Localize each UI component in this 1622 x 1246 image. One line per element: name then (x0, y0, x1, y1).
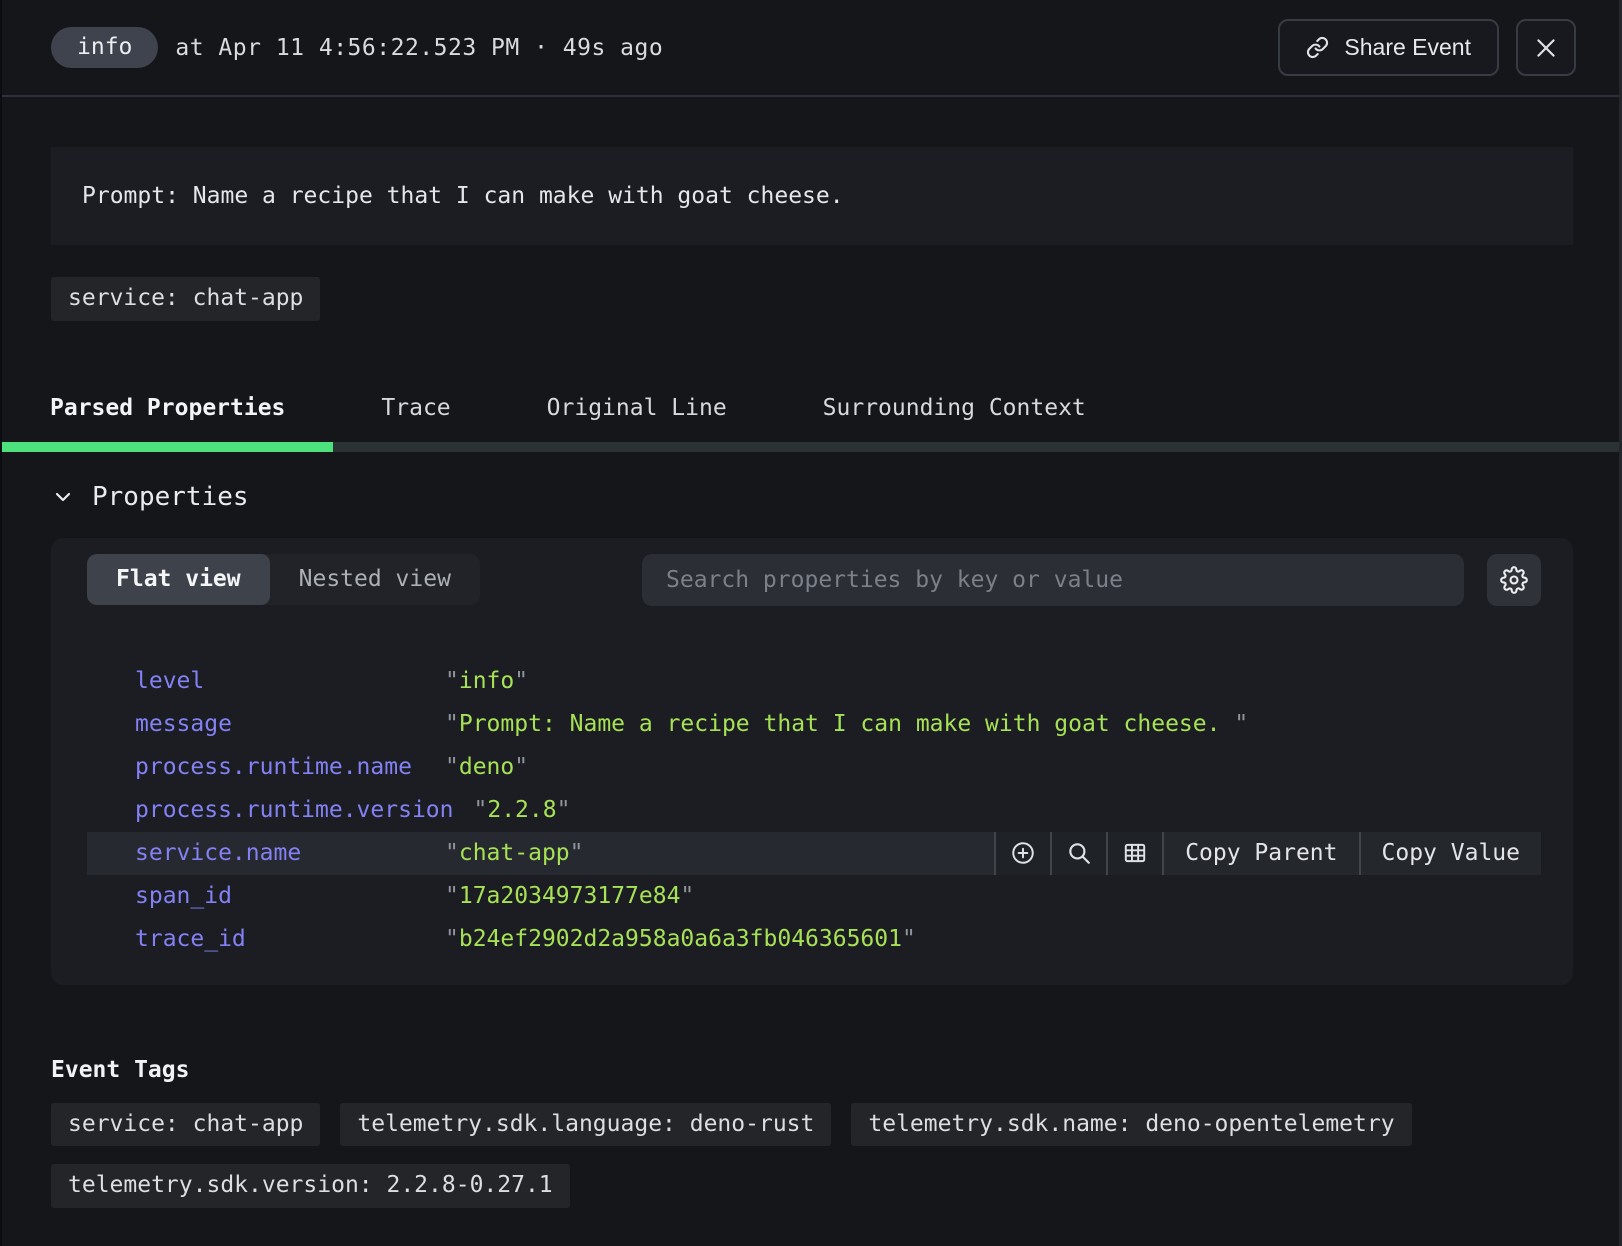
settings-button[interactable] (1487, 554, 1541, 606)
property-value: 2.2.8 (474, 797, 571, 823)
property-key: level (135, 668, 425, 694)
property-key: span_id (135, 883, 425, 909)
tab-parsed-properties[interactable]: Parsed Properties (2, 365, 333, 452)
event-tag[interactable]: telemetry.sdk.version: 2.2.8-0.27.1 (51, 1164, 570, 1208)
property-key: process.runtime.version (135, 797, 454, 823)
property-row[interactable]: trace_id b24ef2902d2a958a0a6a3fb04636560… (87, 918, 1541, 961)
close-icon (1533, 35, 1559, 61)
share-event-label: Share Event (1344, 34, 1471, 61)
event-message-text: Prompt: Name a recipe that I can make wi… (82, 183, 844, 209)
circle-plus-icon (1010, 840, 1036, 866)
nested-view-button[interactable]: Nested view (270, 554, 480, 606)
property-row[interactable]: level info (87, 660, 1541, 703)
view-toggle: Flat view Nested view (87, 554, 480, 606)
close-button[interactable] (1516, 19, 1576, 76)
properties-section-title: Properties (92, 482, 249, 512)
detail-tabs: Parsed Properties Trace Original Line Su… (2, 365, 1622, 452)
search-icon (1066, 840, 1092, 866)
property-row[interactable]: process.runtime.name deno (87, 746, 1541, 789)
level-badge: info (51, 27, 158, 68)
search-value-button[interactable] (1050, 832, 1106, 875)
copy-value-button[interactable]: Copy Value (1359, 832, 1541, 875)
add-filter-button[interactable] (994, 832, 1050, 875)
copy-parent-button[interactable]: Copy Parent (1162, 832, 1358, 875)
event-message-box: Prompt: Name a recipe that I can make wi… (51, 147, 1573, 245)
tab-trace[interactable]: Trace (333, 365, 498, 452)
table-icon (1122, 840, 1148, 866)
link-icon (1306, 36, 1329, 59)
event-tags-list: service: chat-app telemetry.sdk.language… (51, 1103, 1573, 1208)
property-row-actions: Copy Parent Copy Value (994, 832, 1541, 875)
gear-icon (1500, 566, 1528, 594)
property-value: deno (445, 754, 528, 780)
share-event-button[interactable]: Share Event (1278, 19, 1499, 76)
property-key: service.name (135, 840, 425, 866)
property-value: Prompt: Name a recipe that I can make wi… (445, 711, 1248, 737)
properties-toolbar: Flat view Nested view (87, 554, 1541, 606)
properties-search-input[interactable] (642, 554, 1464, 606)
flat-view-button[interactable]: Flat view (87, 554, 270, 606)
property-value: chat-app (445, 840, 584, 866)
property-value: 17a2034973177e84 (445, 883, 694, 909)
properties-panel: Flat view Nested view level info message… (51, 538, 1573, 985)
properties-section-header[interactable]: Properties (51, 482, 1622, 512)
add-column-button[interactable] (1106, 832, 1162, 875)
event-detail-panel: info at Apr 11 4:56:22.523 PM · 49s ago … (0, 0, 1622, 1246)
chevron-down-icon (51, 485, 75, 509)
property-row[interactable]: message Prompt: Name a recipe that I can… (87, 703, 1541, 746)
property-key: process.runtime.name (135, 754, 425, 780)
property-row[interactable]: process.runtime.version 2.2.8 (87, 789, 1541, 832)
event-tag[interactable]: telemetry.sdk.language: deno-rust (340, 1103, 831, 1147)
property-key: trace_id (135, 926, 425, 952)
properties-list: level info message Prompt: Name a recipe… (87, 660, 1541, 961)
property-row[interactable]: span_id 17a2034973177e84 (87, 875, 1541, 918)
service-tag-chip[interactable]: service: chat-app (51, 277, 320, 321)
tab-surrounding-context[interactable]: Surrounding Context (775, 365, 1134, 452)
property-value: info (445, 668, 528, 694)
event-timestamp: at Apr 11 4:56:22.523 PM · 49s ago (175, 35, 663, 61)
event-tag[interactable]: service: chat-app (51, 1103, 320, 1147)
property-key: message (135, 711, 425, 737)
tab-original-line[interactable]: Original Line (499, 365, 775, 452)
event-tag[interactable]: telemetry.sdk.name: deno-opentelemetry (851, 1103, 1411, 1147)
event-tags-title: Event Tags (51, 1057, 1622, 1083)
property-value: b24ef2902d2a958a0a6a3fb046365601 (445, 926, 916, 952)
property-row-service-name[interactable]: service.name chat-app (87, 832, 1541, 875)
event-header: info at Apr 11 4:56:22.523 PM · 49s ago … (2, 0, 1622, 97)
